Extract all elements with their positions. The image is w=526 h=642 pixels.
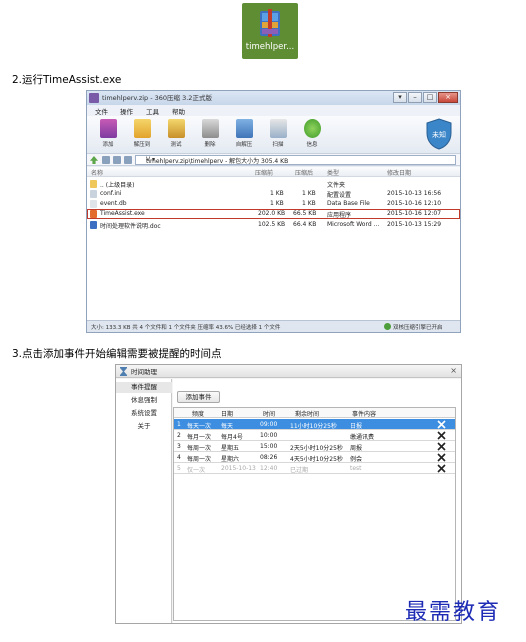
file-row[interactable]: 时间处理软件说明.doc 102.5 KB 66.4 KB Microsoft … — [87, 220, 460, 230]
step-add-label: 3.点击添加事件开始编辑需要被提醒的时间点 — [12, 348, 222, 360]
file-list-header: 名称 压缩前 压缩后 类型 修改日期 — [87, 167, 460, 177]
engine-status-icon — [384, 323, 391, 330]
view-detail-icon[interactable] — [113, 156, 121, 164]
file-row[interactable]: conf.ini 1 KB 1 KB 配置设置 2015-10-13 16:56 — [87, 189, 460, 199]
delete-icon[interactable] — [437, 431, 446, 440]
col-type[interactable]: 类型 — [327, 168, 339, 177]
col-remaining: 剩余时间 — [295, 411, 320, 418]
minimize-button[interactable]: – — [408, 92, 422, 103]
archive-pathbar: timehlperv.zip\timehlperv - 解包大小为 305.4 … — [87, 154, 460, 166]
archive-menubar: 文件 操作 工具 帮助 — [87, 105, 460, 116]
delete-icon[interactable] — [437, 453, 446, 462]
up-arrow-icon[interactable] — [90, 156, 98, 164]
doc-file-icon — [90, 221, 97, 229]
event-row[interactable]: 3 每周一次 星期五 15:00 2天5小时10分25秒 周报 — [174, 441, 455, 452]
archive-app-icon — [89, 93, 99, 103]
menu-icon[interactable]: ▾ — [393, 92, 407, 103]
tool-info-button[interactable]: 信息 — [297, 119, 327, 153]
folder-path-icon — [124, 156, 132, 164]
file-row-parent[interactable]: .. (上级目录) 文件夹 — [87, 179, 460, 189]
view-list-icon[interactable] — [102, 156, 110, 164]
tool-extract-button[interactable]: 解压到 — [127, 119, 157, 153]
file-row[interactable]: event.db 1 KB 1 KB Data Base File 2015-1… — [87, 199, 460, 209]
folder-icon — [90, 180, 97, 188]
col-date: 日期 — [221, 411, 234, 418]
archive-file-list: 名称 压缩前 压缩后 类型 修改日期 .. (上级目录) 文件夹 conf.in… — [87, 167, 460, 322]
sidebar-item-about[interactable]: 关于 — [116, 421, 172, 432]
archive-window: timehlperv.zip - 360压缩 3.2正式版 ▾ – □ × 文件… — [86, 90, 461, 333]
brand-logo: 最需教育 — [405, 600, 502, 625]
archive-title: timehlperv.zip - 360压缩 3.2正式版 — [102, 94, 212, 102]
status-right: 双核压缩引擎已开启 — [393, 325, 443, 331]
add-event-button[interactable]: 添加事件 — [177, 391, 220, 403]
sidebar-item-forced-rest[interactable]: 休息强制 — [116, 395, 172, 406]
ini-file-icon — [90, 190, 97, 198]
delete-icon[interactable] — [437, 464, 446, 473]
sfx-icon — [236, 119, 253, 138]
event-row[interactable]: 1 每天一次 每天 09:00 11小时10分25秒 日报 — [174, 419, 455, 430]
shield-icon[interactable]: 未知 — [426, 118, 452, 150]
event-row-expired[interactable]: 5 仅一次 2015-10-13 12:40 已过期 test — [174, 463, 455, 474]
col-content: 事件内容 — [352, 411, 377, 418]
event-table: 频度 日期 时间 剩余时间 事件内容 1 每天一次 每天 09:00 11小时1… — [173, 407, 456, 621]
exe-file-icon — [90, 210, 97, 218]
tool-sfx-button[interactable]: 自解压 — [229, 119, 259, 153]
extract-folder-icon — [134, 119, 151, 138]
path-input[interactable]: timehlperv.zip\timehlperv - 解包大小为 305.4 … — [135, 155, 456, 165]
timeassist-titlebar: 时间助理 × — [116, 365, 461, 378]
col-name[interactable]: 名称 — [91, 168, 103, 177]
timeassist-window: 时间助理 × 事件提醒 休息强制 系统设置 关于 添加事件 频度 日期 时间 剩… — [115, 364, 462, 624]
close-button[interactable]: × — [438, 92, 458, 103]
menu-tools[interactable]: 工具 — [146, 106, 159, 116]
tool-delete-button[interactable]: 删除 — [195, 119, 225, 153]
col-time: 时间 — [263, 411, 276, 418]
test-icon — [168, 119, 185, 138]
tool-scan-button[interactable]: 扫描 — [263, 119, 293, 153]
sidebar-item-settings[interactable]: 系统设置 — [116, 408, 172, 419]
archive-file-icon[interactable]: timehlper... — [242, 3, 298, 59]
step-run-label: 2.运行TimeAssist.exe — [12, 74, 122, 86]
tool-test-button[interactable]: 测试 — [161, 119, 191, 153]
delete-icon[interactable] — [437, 442, 446, 451]
file-row-selected[interactable]: TimeAssist.exe 202.0 KB 66.5 KB 应用程序 201… — [87, 209, 460, 219]
timeassist-title: 时间助理 — [131, 368, 157, 376]
event-row[interactable]: 2 每月一次 每月4号 10:00 缴通讯费 — [174, 430, 455, 441]
col-size[interactable]: 压缩前 — [255, 168, 273, 177]
menu-operation[interactable]: 操作 — [120, 106, 133, 116]
info-icon — [304, 119, 321, 138]
tool-add-button[interactable]: 添加 — [93, 119, 123, 153]
col-packed[interactable]: 压缩后 — [295, 168, 313, 177]
db-file-icon — [90, 200, 97, 208]
add-icon — [100, 119, 117, 138]
maximize-button[interactable]: □ — [423, 92, 437, 103]
col-date[interactable]: 修改日期 — [387, 168, 411, 177]
archive-toolbar: 添加 解压到 测试 删除 自解压 扫描 信息 — [87, 116, 460, 154]
timeassist-sidebar: 事件提醒 休息强制 系统设置 关于 — [116, 379, 172, 623]
event-row[interactable]: 4 每周一次 星期六 08:26 4天5小时10分25秒 例会 — [174, 452, 455, 463]
menu-help[interactable]: 帮助 — [172, 106, 185, 116]
sidebar-item-event-reminder[interactable]: 事件提醒 — [116, 382, 172, 393]
trash-icon — [202, 119, 219, 138]
status-left: 大小: 133.3 KB 共 4 个文件和 1 个文件夹 压缩率 43.6% 已… — [91, 325, 281, 331]
menu-file[interactable]: 文件 — [95, 106, 108, 116]
archive-file-caption: timehlper... — [245, 42, 295, 52]
archive-statusbar: 大小: 133.3 KB 共 4 个文件和 1 个文件夹 压缩率 43.6% 已… — [87, 320, 460, 332]
hourglass-icon — [120, 367, 127, 376]
shield-label: 未知 — [432, 130, 446, 139]
timeassist-main: 添加事件 频度 日期 时间 剩余时间 事件内容 1 每天一次 每天 09:00 … — [173, 379, 461, 623]
event-table-header: 频度 日期 时间 剩余时间 事件内容 — [174, 408, 455, 418]
chevron-down-icon[interactable]: V ▾ — [146, 156, 453, 163]
archive-titlebar: timehlperv.zip - 360压缩 3.2正式版 ▾ – □ × — [87, 91, 460, 105]
winrar-icon — [260, 9, 280, 37]
close-icon[interactable]: × — [450, 366, 457, 375]
scan-icon — [270, 119, 287, 138]
col-frequency: 频度 — [192, 411, 205, 418]
delete-icon[interactable] — [437, 420, 446, 429]
